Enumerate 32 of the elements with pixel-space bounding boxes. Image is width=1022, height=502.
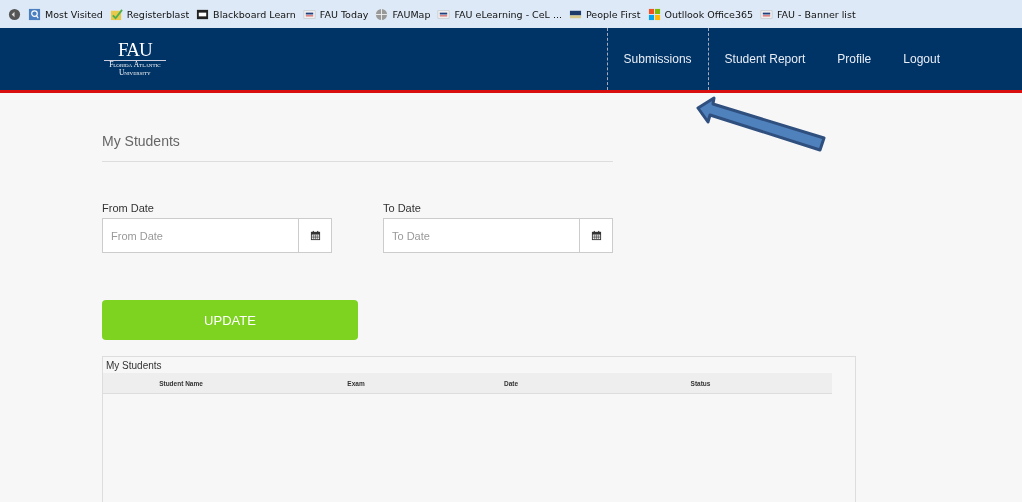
bookmark-link[interactable]: Registerblast — [109, 7, 190, 21]
date-field[interactable]: To Date — [383, 218, 579, 253]
bookmark-link[interactable]: Blackboard Learn — [196, 7, 296, 21]
calendar-icon — [590, 230, 602, 241]
bookmark-link[interactable]: People First — [568, 7, 641, 21]
search-icon — [28, 7, 41, 21]
favicon-icon — [437, 7, 451, 21]
table-title: My Students — [105, 360, 163, 371]
calendar-button[interactable] — [579, 218, 613, 253]
bookmark-link[interactable]: FAUMap — [375, 7, 431, 21]
checkmark-icon — [109, 7, 123, 21]
date-field[interactable]: From Date — [102, 218, 298, 253]
blackboard-icon — [196, 7, 210, 21]
nav-link[interactable]: Student Report — [708, 28, 822, 90]
bookmark-link[interactable]: FAU - Banner list — [760, 7, 856, 21]
calendar-button[interactable] — [298, 218, 332, 253]
field-label: From Date — [102, 202, 155, 214]
windows-icon — [647, 7, 661, 21]
bookmark-link[interactable]: Most Visited — [28, 7, 103, 21]
field-label: To Date — [383, 202, 422, 214]
bookmark-link[interactable]: Outllook Office365 — [647, 7, 754, 21]
bookmark-link[interactable]: FAU Today — [302, 7, 369, 21]
favicon-icon — [302, 7, 316, 21]
history-icon[interactable] — [8, 7, 21, 21]
nav-link[interactable]: Submissions — [606, 28, 709, 90]
page-title: My Students — [102, 133, 613, 162]
favicon-icon — [760, 7, 774, 21]
nav-link[interactable]: Profile — [821, 28, 888, 90]
globe-icon — [375, 7, 389, 21]
bookmark-link[interactable]: FAU eLearning - CeL ... — [437, 7, 562, 21]
nav-link[interactable]: Logout — [887, 28, 956, 90]
calendar-icon — [309, 230, 321, 241]
